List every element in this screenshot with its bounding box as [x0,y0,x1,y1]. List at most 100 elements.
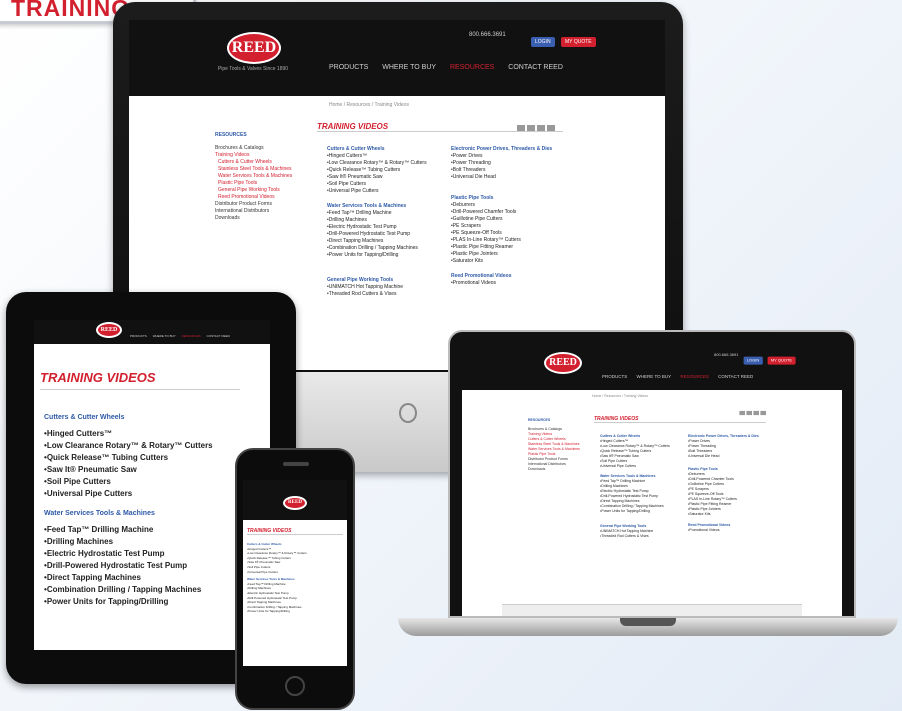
sidebar-subitem-general[interactable]: General Pipe Working Tools [215,187,299,194]
nav-products[interactable]: PRODUCTS [130,334,147,338]
video-link[interactable]: Threaded Rod Cutters & Vises [600,534,684,539]
video-link[interactable]: PE Scrapers [451,223,569,230]
video-link[interactable]: Saturator Kits [688,512,772,517]
video-link[interactable]: Combination Drilling / Tapping Machines [44,584,266,596]
sidebar-subitem-cutters[interactable]: Cutters & Cutter Wheels [215,159,299,166]
video-link[interactable]: Universal Pipe Cutters [44,488,266,500]
reed-logo[interactable]: REED [283,496,307,510]
video-link[interactable]: Plastic Pipe Jointers [451,251,569,258]
nav-resources[interactable]: RESOURCES [680,374,709,379]
video-link[interactable]: PE Squeeze-Off Tools [451,230,569,237]
twitter-icon[interactable] [746,410,752,416]
video-link[interactable]: Drill-Powered Chamfer Tools [451,209,569,216]
video-link[interactable]: Promotional Videos [688,528,772,533]
video-link[interactable]: Power Units for Tapping/Drilling [327,252,445,259]
video-link[interactable]: Drilling Machines [327,217,445,224]
video-link[interactable]: Feed Tap™ Drilling Machine [327,210,445,217]
nav-contact-reed[interactable]: CONTACT REED [206,334,229,338]
sidebar-item-international[interactable]: International Distributors [215,208,299,215]
video-link[interactable]: Saturator Kits [451,258,569,265]
video-link[interactable]: Guillotine Pipe Cutters [451,216,569,223]
video-link[interactable]: Universal Pipe Cutters [327,188,445,195]
nav-resources[interactable]: RESOURCES [450,64,494,71]
video-link[interactable]: Saw It® Pneumatic Saw [327,174,445,181]
video-link[interactable]: Drill-Powered Hydrostatic Test Pump [44,560,266,572]
video-link[interactable]: Direct Tapping Machines [327,238,445,245]
video-link[interactable]: Feed Tap™ Drilling Machine [44,524,266,536]
sidebar-item-distributor-forms[interactable]: Distributor Product Forms [215,201,299,208]
video-link[interactable]: Quick Release™ Tubing Cutters [327,167,445,174]
nav-products[interactable]: PRODUCTS [602,374,627,379]
sidebar-subitem-water[interactable]: Water Services Tools & Machines [215,173,299,180]
login-button[interactable]: LOGIN [743,356,763,365]
video-link[interactable]: Universal Die Head [688,454,772,459]
video-link[interactable]: Bolt Threaders [451,167,569,174]
nav-products[interactable]: PRODUCTS [329,64,368,71]
video-link[interactable]: Universal Die Head [451,174,569,181]
reed-logo[interactable]: REED [227,32,281,64]
video-link[interactable]: Quick Release™ Tubing Cutters [44,452,266,464]
nav-where-to-buy[interactable]: WHERE TO BUY [153,334,176,338]
video-link[interactable]: Electric Hydrostatic Test Pump [44,548,266,560]
video-link[interactable]: Low Clearance Rotary™ & Rotary™ Cutters [44,440,266,452]
home-button[interactable] [285,676,305,696]
category-list: UNIMATCH Hot Tapping Machine Threaded Ro… [327,284,445,298]
video-link[interactable]: Hinged Cutters™ [44,428,266,440]
video-link[interactable]: Soil Pipe Cutters [327,181,445,188]
nav-contact-reed[interactable]: CONTACT REED [508,64,563,71]
laptop: REED 800.666.3691 LOGIN MY QUOTE PRODUCT… [448,330,856,618]
video-link[interactable]: Threaded Rod Cutters & Vises [327,291,445,298]
nav-resources[interactable]: RESOURCES [182,334,201,338]
video-link[interactable]: UNIMATCH Hot Tapping Machine [327,284,445,291]
category-col-left: Cutters & Cutter Wheels Hinged Cutters™ … [327,146,445,298]
category-title: Water Services Tools & Machines [44,510,155,517]
apple-logo-icon [399,403,417,423]
video-link[interactable]: Direct Tapping Machines [44,572,266,584]
video-link[interactable]: Soil Pipe Cutters [44,476,266,488]
video-link[interactable]: Plastic Pipe Fitting Reamer [451,244,569,251]
linkedin-icon[interactable] [753,410,759,416]
youtube-icon[interactable] [760,410,766,416]
sidebar-item-brochures[interactable]: Brochures & Catalogs [215,145,299,152]
video-link[interactable]: Universal Pipe Cutters [247,570,345,575]
sidebar-item-downloads[interactable]: Downloads [528,467,588,472]
main-nav: PRODUCTS WHERE TO BUY RESOURCES CONTACT … [602,374,765,379]
category-title: Plastic Pipe Tools [451,195,494,201]
nav-where-to-buy[interactable]: WHERE TO BUY [382,64,436,71]
facebook-icon[interactable] [739,410,745,416]
video-link[interactable]: Combination Drilling / Tapping Machines [327,245,445,252]
video-link[interactable]: Promotional Videos [451,280,569,287]
category-list: Feed Tap™ Drilling Machine Drilling Mach… [600,479,684,514]
nav-contact-reed[interactable]: CONTACT REED [718,374,753,379]
sidebar-subitem-plastic[interactable]: Plastic Pipe Tools [215,180,299,187]
video-link[interactable]: PLAS In-Line Rotary™ Cutters [451,237,569,244]
video-link[interactable]: Universal Pipe Cutters [600,464,684,469]
category-list: Power Drives Power Threading Bolt Thread… [451,153,569,181]
category-list: Feed Tap™ Drilling Machine Drilling Mach… [247,582,345,614]
my-quote-button[interactable]: MY QUOTE [767,356,796,365]
video-link[interactable]: Hinged Cutters™ [327,153,445,160]
category-list: Feed Tap™ Drilling Machine Drilling Mach… [44,524,266,608]
sidebar-subitem-promo[interactable]: Reed Promotional Videos [215,194,299,201]
video-link[interactable]: Power Units for Tapping/Drilling [44,596,266,608]
nav-where-to-buy[interactable]: WHERE TO BUY [637,374,672,379]
sidebar-heading: RESOURCES [528,418,551,422]
sidebar-subitem-stainless[interactable]: Stainless Steel Tools & Machines [215,166,299,173]
video-link[interactable]: Saw It® Pneumatic Saw [44,464,266,476]
video-link[interactable]: Power Units for Tapping/Drilling [247,609,345,614]
video-link[interactable]: Drill-Powered Hydrostatic Test Pump [327,231,445,238]
video-link[interactable]: Power Threading [451,160,569,167]
sidebar-item-training-videos[interactable]: Training Videos [215,152,299,159]
login-button[interactable]: LOGIN [531,37,555,47]
my-quote-button[interactable]: MY QUOTE [561,37,596,47]
video-link[interactable]: Low Clearance Rotary™ & Rotary™ Cutters [327,160,445,167]
video-link[interactable]: Power Units for Tapping/Drilling [600,509,684,514]
category-col-right: Electronic Power Drives, Threaders & Die… [688,434,772,533]
video-link[interactable]: Electric Hydrostatic Test Pump [327,224,445,231]
video-link[interactable]: Deburrers [451,202,569,209]
reed-logo[interactable]: REED [96,322,122,338]
reed-logo[interactable]: REED [544,352,582,374]
video-link[interactable]: Drilling Machines [44,536,266,548]
sidebar-item-downloads[interactable]: Downloads [215,215,299,222]
video-link[interactable]: Power Drives [451,153,569,160]
